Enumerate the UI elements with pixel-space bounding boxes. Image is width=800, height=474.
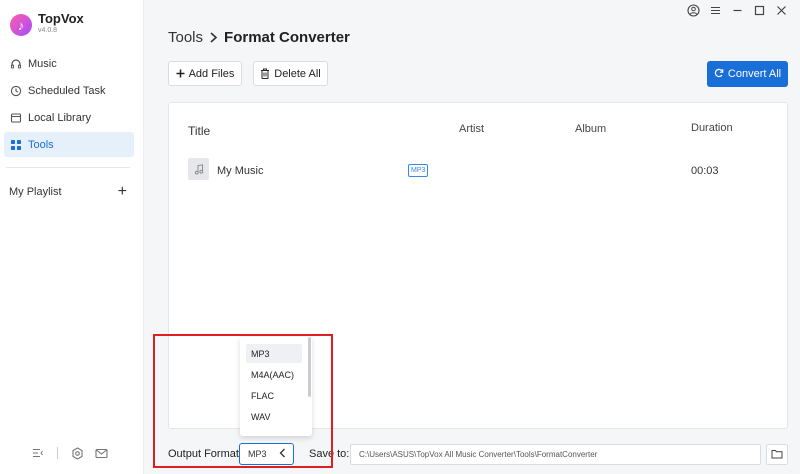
sidebar-item-label: Tools bbox=[28, 138, 54, 151]
breadcrumb-parent[interactable]: Tools bbox=[168, 29, 203, 46]
track-title: My Music bbox=[217, 165, 264, 177]
grid-icon bbox=[10, 139, 22, 151]
column-header-artist: Artist bbox=[459, 123, 485, 135]
column-header-title: Title bbox=[188, 124, 211, 138]
sidebar-item-label: Music bbox=[28, 57, 57, 70]
page-title: Format Converter bbox=[224, 29, 350, 46]
chevron-right-icon bbox=[209, 30, 218, 46]
close-icon[interactable] bbox=[775, 4, 788, 17]
dropdown-scrollbar[interactable] bbox=[308, 337, 311, 397]
sidebar: ♪ TopVox v4.0.8 Music Scheduled Task Loc… bbox=[0, 0, 144, 474]
playlist-label[interactable]: My Playlist bbox=[9, 186, 62, 198]
sidebar-item-tools[interactable]: Tools bbox=[4, 132, 134, 157]
format-option-wav[interactable]: WAV bbox=[246, 407, 302, 426]
app-version: v4.0.8 bbox=[38, 27, 58, 34]
headphones-icon bbox=[10, 58, 22, 70]
menu-icon[interactable] bbox=[709, 4, 722, 17]
delete-all-button[interactable]: Delete All bbox=[253, 61, 328, 86]
app-name: TopVox bbox=[38, 11, 84, 26]
add-playlist-button[interactable]: + bbox=[118, 184, 127, 200]
account-icon[interactable] bbox=[687, 4, 700, 17]
sidebar-item-label: Scheduled Task bbox=[28, 84, 106, 97]
format-option-m4a[interactable]: M4A(AAC) bbox=[246, 365, 302, 384]
menu-collapse-icon[interactable] bbox=[31, 446, 45, 460]
browse-folder-button[interactable] bbox=[766, 444, 788, 465]
minimize-icon[interactable] bbox=[731, 4, 744, 17]
table-row[interactable]: My Music MP3 00:03 bbox=[169, 155, 787, 187]
sidebar-nav: Music Scheduled Task Local Library Tools bbox=[4, 51, 134, 159]
app-logo-icon: ♪ bbox=[10, 14, 32, 36]
plus-icon bbox=[176, 69, 185, 79]
format-dropdown: MP3 M4A(AAC) FLAC WAV bbox=[240, 337, 312, 436]
sidebar-footer bbox=[31, 446, 111, 460]
output-format-label: Output Format: bbox=[168, 448, 242, 460]
convert-all-button[interactable]: Convert All bbox=[707, 61, 788, 87]
track-duration: 00:03 bbox=[691, 165, 719, 177]
sidebar-item-music[interactable]: Music bbox=[4, 51, 134, 76]
trash-icon bbox=[260, 68, 270, 80]
library-icon bbox=[10, 112, 22, 124]
output-format-select[interactable]: MP3 bbox=[239, 443, 294, 465]
clock-icon bbox=[10, 85, 22, 97]
chevron-left-icon bbox=[279, 448, 286, 461]
window-controls bbox=[687, 4, 788, 17]
sidebar-item-local-library[interactable]: Local Library bbox=[4, 105, 134, 130]
delete-all-label: Delete All bbox=[274, 67, 321, 80]
format-option-flac[interactable]: FLAC bbox=[246, 386, 302, 405]
save-to-label: Save to: bbox=[309, 448, 350, 460]
maximize-icon[interactable] bbox=[753, 4, 766, 17]
format-badge: MP3 bbox=[408, 164, 429, 177]
my-playlist-section: My Playlist + bbox=[9, 184, 127, 200]
refresh-icon bbox=[714, 68, 724, 81]
footer-separator bbox=[57, 447, 58, 459]
format-option-mp3[interactable]: MP3 bbox=[246, 344, 302, 363]
add-files-button[interactable]: Add Files bbox=[168, 61, 242, 86]
sidebar-divider bbox=[6, 167, 130, 168]
mail-icon[interactable] bbox=[94, 446, 108, 460]
sidebar-item-label: Local Library bbox=[28, 111, 91, 124]
breadcrumb: Tools Format Converter bbox=[168, 29, 350, 46]
column-header-album: Album bbox=[575, 123, 607, 135]
folder-icon bbox=[771, 446, 783, 464]
column-header-duration: Duration bbox=[691, 122, 733, 134]
save-path-field[interactable]: C:\Users\ASUS\TopVox All Music Converter… bbox=[350, 444, 761, 465]
settings-icon[interactable] bbox=[70, 446, 84, 460]
sidebar-item-scheduled-task[interactable]: Scheduled Task bbox=[4, 78, 134, 103]
convert-all-label: Convert All bbox=[727, 68, 782, 80]
music-note-icon bbox=[188, 158, 209, 180]
output-format-value: MP3 bbox=[248, 449, 267, 459]
add-files-label: Add Files bbox=[188, 67, 235, 80]
brand: ♪ TopVox v4.0.8 bbox=[10, 12, 84, 36]
